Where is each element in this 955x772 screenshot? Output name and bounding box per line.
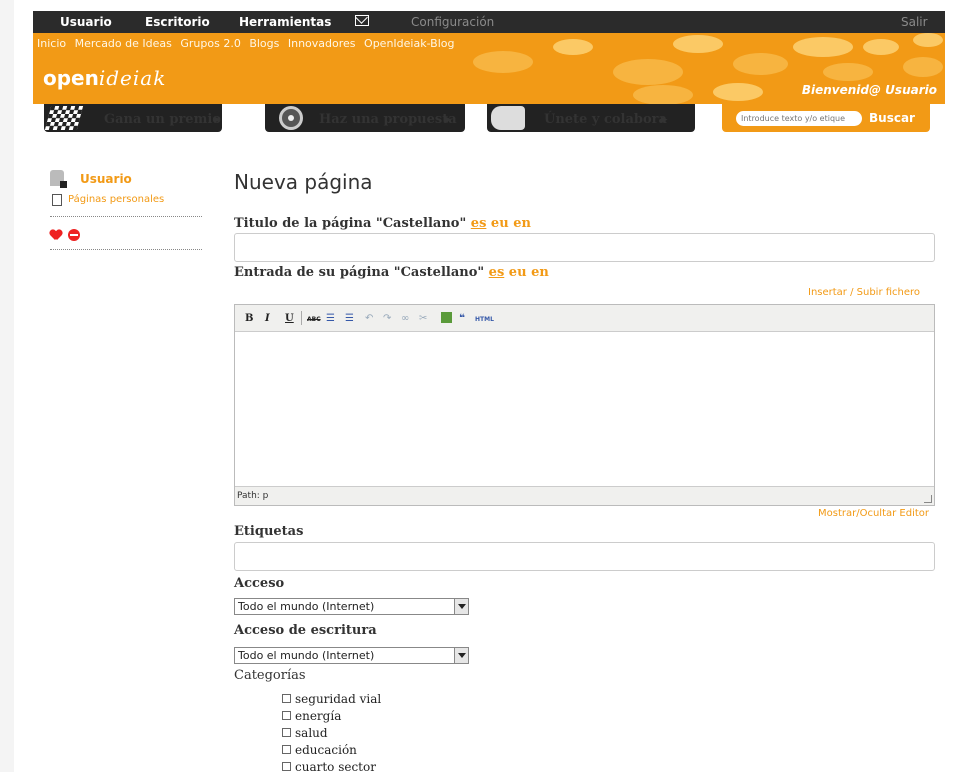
checkbox[interactable] (282, 745, 291, 754)
resize-handle-icon[interactable] (924, 495, 932, 503)
subnav-inicio[interactable]: Inicio (37, 37, 66, 50)
chevron-down-icon (454, 648, 468, 663)
access-select[interactable]: Todo el mundo (Internet) (234, 598, 469, 615)
toolbar-separator (301, 311, 302, 325)
bold-button[interactable]: B (245, 313, 253, 324)
category-option[interactable]: seguridad vial (282, 692, 381, 706)
checkbox[interactable] (282, 711, 291, 720)
welcome-message: Bienvenid@ Usuario (801, 83, 937, 97)
category-option[interactable]: educación (282, 743, 357, 757)
search-button[interactable]: Buscar (869, 111, 915, 125)
sub-navigation: Inicio Mercado de Ideas Grupos 2.0 Blogs… (37, 37, 459, 50)
subnav-grupos[interactable]: Grupos 2.0 (180, 37, 240, 50)
strikethrough-button[interactable]: ABC (307, 316, 321, 323)
write-access-select[interactable]: Todo el mundo (Internet) (234, 647, 469, 664)
nav-configuracion[interactable]: Configuración (411, 15, 494, 29)
editor-toolbar: B I U ABC ☰ ☰ ↶ ↷ ∞ ✂ ❝ HTML (235, 305, 934, 332)
win-prize-button[interactable]: Gana un premio ▸ (44, 104, 222, 132)
toggle-editor-link[interactable]: Mostrar/Ocultar Editor (818, 508, 929, 519)
sidebar-divider (50, 249, 202, 250)
categories-label: Categorías (234, 668, 306, 683)
sidebar-divider (50, 216, 202, 217)
link-icon[interactable]: ∞ (401, 313, 409, 324)
unlink-icon[interactable]: ✂ (419, 313, 427, 324)
image-icon[interactable] (441, 312, 452, 323)
document-icon (52, 194, 62, 206)
bullet-list-icon[interactable]: ☰ (326, 313, 335, 324)
category-option[interactable]: salud (282, 726, 328, 740)
tags-input[interactable] (234, 542, 935, 571)
heart-icon[interactable] (50, 230, 62, 240)
nav-herramientas[interactable]: Herramientas (239, 15, 331, 29)
insert-file-link[interactable]: Insertar / Subir fichero (808, 287, 920, 298)
pointing-hand-icon (491, 106, 525, 130)
entry-label: Entrada de su página "Castellano" es eu … (234, 265, 549, 280)
undo-icon[interactable]: ↶ (365, 313, 373, 324)
sidebar-user-link[interactable]: Usuario (80, 172, 132, 186)
access-label: Acceso (234, 576, 285, 591)
join-collaborate-button[interactable]: Únete y colabora ▸ (487, 104, 695, 132)
blockquote-icon[interactable]: ❝ (459, 313, 465, 324)
nav-usuario[interactable]: Usuario (60, 15, 112, 29)
category-option[interactable]: cuarto sector (282, 760, 376, 772)
editor-statusbar: Path: p (235, 486, 934, 505)
page-title: Nueva página (234, 170, 373, 194)
title-input[interactable] (234, 233, 935, 262)
lang-en-link[interactable]: en (531, 265, 549, 280)
target-icon (279, 106, 303, 130)
lang-eu-link[interactable]: eu (509, 265, 527, 280)
underline-button[interactable]: U (285, 313, 294, 324)
italic-button[interactable]: I (265, 313, 270, 324)
checkered-flag-icon (44, 106, 84, 130)
checkbox[interactable] (282, 762, 291, 771)
numbered-list-icon[interactable]: ☰ (345, 313, 354, 324)
subnav-innovadores[interactable]: Innovadores (288, 37, 356, 50)
nav-escritorio[interactable]: Escritorio (145, 15, 210, 29)
tags-label: Etiquetas (234, 524, 304, 539)
rich-text-editor: B I U ABC ☰ ☰ ↶ ↷ ∞ ✂ ❝ HTML Path: p (234, 304, 935, 506)
redo-icon[interactable]: ↷ (383, 313, 391, 324)
make-proposal-button[interactable]: Haz una propuesta ▸ (265, 104, 465, 132)
sidebar-personal-pages[interactable]: Páginas personales (68, 194, 164, 205)
block-icon[interactable] (68, 229, 80, 241)
logout-link[interactable]: Salir (901, 15, 928, 29)
user-avatar[interactable] (50, 170, 67, 188)
editor-path: Path: p (237, 491, 269, 501)
site-logo[interactable]: openideiak (43, 66, 166, 90)
lang-es-link[interactable]: es (471, 216, 487, 231)
write-access-label: Acceso de escritura (234, 623, 377, 638)
top-navbar: Usuario Escritorio Herramientas Configur… (33, 11, 945, 33)
category-option[interactable]: energía (282, 709, 341, 723)
envelope-icon[interactable] (355, 15, 369, 26)
search-bar: Buscar (722, 104, 930, 132)
lang-eu-link[interactable]: eu (491, 216, 509, 231)
checkbox[interactable] (282, 728, 291, 737)
title-label: Titulo de la página "Castellano" es eu e… (234, 216, 531, 231)
subnav-blog[interactable]: OpenIdeiak-Blog (364, 37, 454, 50)
lang-en-link[interactable]: en (513, 216, 531, 231)
html-source-button[interactable]: HTML (475, 316, 494, 323)
subnav-blogs[interactable]: Blogs (249, 37, 279, 50)
search-input[interactable] (736, 111, 862, 126)
lang-es-link[interactable]: es (489, 265, 505, 280)
chevron-down-icon (454, 599, 468, 614)
subnav-mercado[interactable]: Mercado de Ideas (75, 37, 172, 50)
page-margin (0, 0, 14, 772)
checkbox[interactable] (282, 694, 291, 703)
site-header: Inicio Mercado de Ideas Grupos 2.0 Blogs… (33, 33, 945, 104)
